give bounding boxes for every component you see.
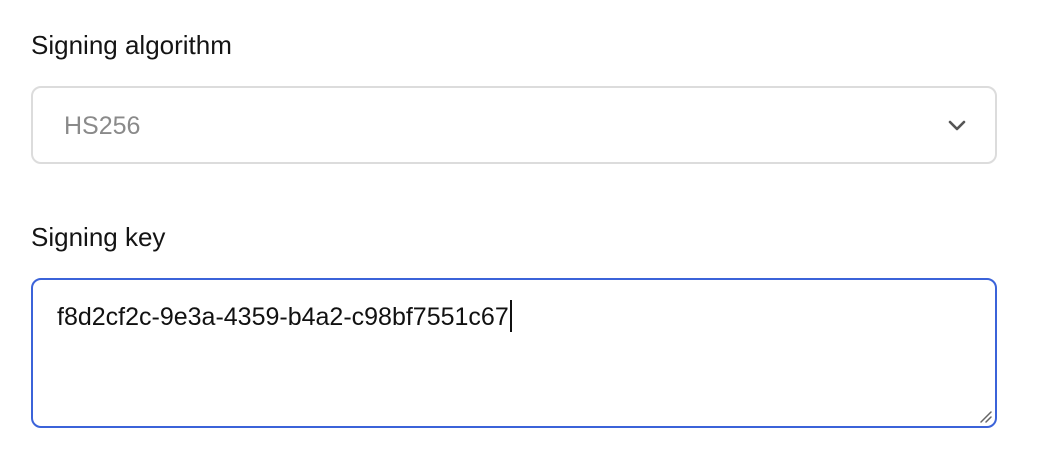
signing-key-label: Signing key bbox=[31, 222, 166, 252]
signing-key-text: f8d2cf2c-9e3a-4359-b4a2-c98bf7551c67 bbox=[57, 300, 512, 334]
signing-settings-form: Signing algorithm HS256 Signing key f8d2… bbox=[0, 0, 1042, 474]
signing-algorithm-value: HS256 bbox=[64, 112, 141, 140]
text-cursor bbox=[509, 300, 512, 332]
chevron-down-icon[interactable] bbox=[945, 113, 969, 137]
resize-handle-icon[interactable] bbox=[978, 409, 992, 423]
signing-key-value: f8d2cf2c-9e3a-4359-b4a2-c98bf7551c67 bbox=[57, 303, 509, 331]
signing-algorithm-label: Signing algorithm bbox=[31, 30, 232, 60]
signing-algorithm-select[interactable]: HS256 bbox=[31, 86, 997, 164]
signing-key-textarea[interactable]: f8d2cf2c-9e3a-4359-b4a2-c98bf7551c67 bbox=[31, 278, 997, 428]
